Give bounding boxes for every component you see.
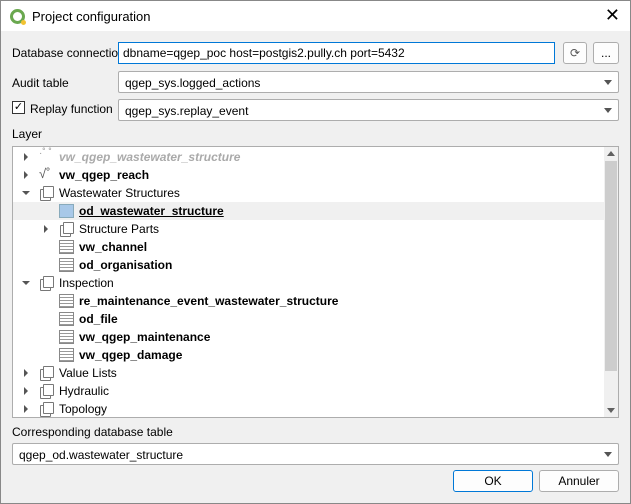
- tree-item[interactable]: Wastewater Structures: [13, 184, 605, 202]
- audit-table-label: Audit table: [12, 76, 69, 90]
- tree-item-label: vw_qgep_maintenance: [79, 330, 211, 344]
- expand-arrow-icon[interactable]: [24, 171, 28, 179]
- refresh-button[interactable]: ⟳: [563, 42, 587, 64]
- table-icon: [59, 240, 74, 254]
- replay-function-value: qgep_sys.replay_event: [125, 104, 249, 118]
- audit-table-value: qgep_sys.logged_actions: [125, 76, 261, 90]
- group-icon: [63, 222, 74, 234]
- cancel-button[interactable]: Annuler: [539, 470, 619, 492]
- vertical-scrollbar[interactable]: [604, 147, 618, 417]
- corresponding-table-value: qgep_od.wastewater_structure: [19, 448, 184, 462]
- tree-item-label: Topology: [59, 402, 108, 416]
- tree-item[interactable]: vw_channel: [13, 238, 605, 256]
- refresh-icon: ⟳: [569, 46, 581, 60]
- tree-item-label: od_wastewater_structure: [79, 204, 224, 218]
- tree-item-label: vw_qgep_damage: [79, 348, 183, 362]
- tree-item-label: Wastewater Structures: [59, 186, 180, 200]
- tree-item-label: vw_qgep_wastewater_structure: [59, 150, 241, 164]
- polygon-layer-icon: [59, 204, 74, 218]
- window-title: Project configuration: [32, 9, 151, 24]
- table-icon: [59, 312, 74, 326]
- group-icon: [43, 186, 54, 198]
- tree-item[interactable]: vw_qgep_damage: [13, 346, 605, 364]
- expand-arrow-icon[interactable]: [44, 225, 48, 233]
- tree-item[interactable]: Topology: [13, 400, 605, 417]
- table-icon: [59, 348, 74, 362]
- tree-item[interactable]: Hydraulic: [13, 382, 605, 400]
- tree-item[interactable]: od_wastewater_structure: [13, 202, 605, 220]
- replay-function-checkbox[interactable]: ✓: [12, 101, 25, 114]
- chevron-down-icon: [604, 108, 612, 113]
- replay-function-label: Replay function: [30, 102, 113, 116]
- tree-item-label: re_maintenance_event_wastewater_structur…: [79, 294, 339, 308]
- tree-item[interactable]: Value Lists: [13, 364, 605, 382]
- layer-tree[interactable]: Topology Hydraulic Value Lists vw_qgep_dama…: [12, 146, 619, 418]
- tree-item[interactable]: od_organisation: [13, 256, 605, 274]
- close-icon[interactable]: ✕: [605, 5, 620, 26]
- tree-item[interactable]: ·˚ ˚ vw_qgep_wastewater_structure: [13, 148, 605, 166]
- tree-item[interactable]: Inspection: [13, 274, 605, 292]
- corresponding-table-combo[interactable]: qgep_od.wastewater_structure: [12, 443, 619, 465]
- chevron-down-icon: [604, 452, 612, 457]
- collapse-arrow-icon[interactable]: [22, 281, 30, 285]
- scrollbar-thumb[interactable]: [605, 161, 617, 371]
- database-connection-input[interactable]: dbname=qgep_poc host=postgis2.pully.ch p…: [118, 42, 555, 64]
- tree-item-label: Hydraulic: [59, 384, 110, 398]
- group-icon: [43, 384, 54, 396]
- tree-item-label: Structure Parts: [79, 222, 160, 236]
- tree-item[interactable]: vw_qgep_maintenance: [13, 328, 605, 346]
- tree-item-label: Inspection: [59, 276, 114, 290]
- tree-item-label: od_organisation: [79, 258, 173, 272]
- layer-label: Layer: [12, 127, 43, 141]
- expand-arrow-icon[interactable]: [24, 153, 28, 161]
- tree-item[interactable]: Structure Parts: [13, 220, 605, 238]
- scroll-up-icon[interactable]: [607, 151, 615, 156]
- tree-item-label: vw_qgep_reach: [59, 168, 150, 182]
- replay-function-combo[interactable]: qgep_sys.replay_event: [118, 99, 619, 121]
- tree-item-label: vw_channel: [79, 240, 148, 254]
- group-icon: [43, 402, 54, 414]
- scroll-down-icon[interactable]: [607, 408, 615, 413]
- corresponding-table-label: Corresponding database table: [12, 425, 173, 439]
- table-icon: [59, 330, 74, 344]
- tree-item[interactable]: √˚ vw_qgep_reach: [13, 166, 605, 184]
- tree-item-label: od_file: [79, 312, 118, 326]
- browse-button[interactable]: ...: [593, 42, 619, 64]
- expand-arrow-icon[interactable]: [24, 387, 28, 395]
- title-bar: Project configuration ✕: [0, 0, 631, 31]
- table-icon: [59, 258, 74, 272]
- tree-item[interactable]: re_maintenance_event_wastewater_structur…: [13, 292, 605, 310]
- chevron-down-icon: [604, 80, 612, 85]
- expand-arrow-icon[interactable]: [24, 369, 28, 377]
- table-icon: [59, 294, 74, 308]
- collapse-arrow-icon[interactable]: [22, 191, 30, 195]
- tree-item-label: Value Lists: [59, 366, 117, 380]
- line-layer-icon: √˚: [39, 166, 51, 181]
- qgis-logo-icon: [10, 9, 26, 25]
- group-icon: [43, 366, 54, 378]
- point-layer-icon: ·˚ ˚: [39, 148, 52, 159]
- database-connection-label: Database connection: [12, 46, 125, 60]
- ok-button[interactable]: OK: [453, 470, 533, 492]
- group-icon: [43, 276, 54, 288]
- audit-table-combo[interactable]: qgep_sys.logged_actions: [118, 71, 619, 93]
- tree-item[interactable]: od_file: [13, 310, 605, 328]
- expand-arrow-icon[interactable]: [24, 405, 28, 413]
